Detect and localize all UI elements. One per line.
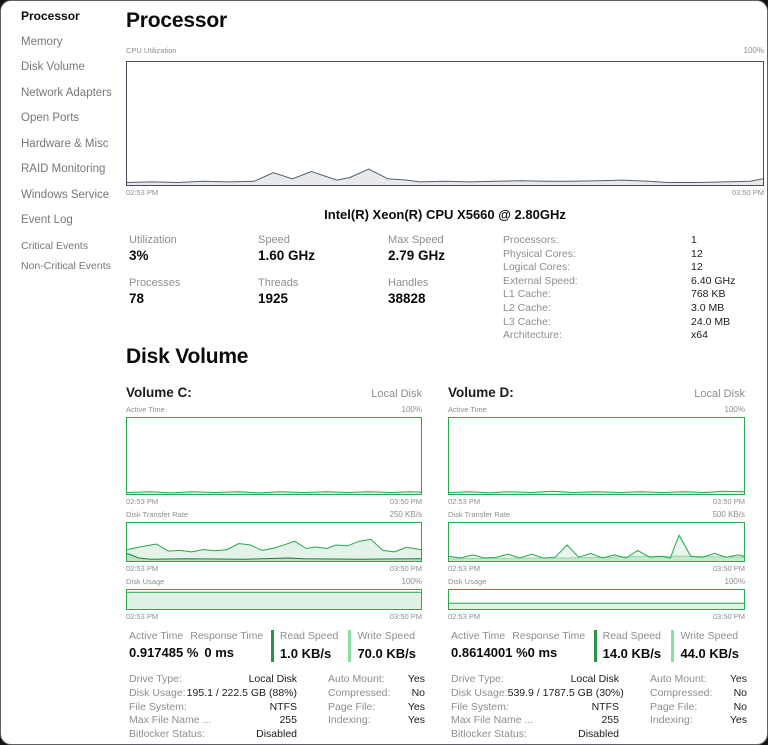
volume-d-active-response: Active Time Response Time 0.8614001 % 0 … xyxy=(451,630,594,660)
stat-processes: Processes78 xyxy=(129,277,258,307)
volume-c-header: Volume C: Local Disk xyxy=(126,385,422,400)
volume-c-usage-chart xyxy=(126,589,422,610)
sidebar-item-open-ports[interactable]: Open Ports xyxy=(21,112,126,124)
volume-c-type: Local Disk xyxy=(371,388,422,400)
disk-volume-title: Disk Volume xyxy=(126,345,248,369)
detail-row: Disk Usage:195.1 / 222.5 GB (88%) xyxy=(129,687,297,701)
detail-row: Compressed:No xyxy=(328,687,425,701)
volume-d-metrics: Active Time Response Time 0.8614001 % 0 … xyxy=(451,630,748,662)
spec-physical-cores: Physical Cores:12 xyxy=(503,248,743,262)
detail-row: Bitlocker Status:Disabled xyxy=(451,728,619,742)
stat-utilization: Utilization3% xyxy=(129,234,258,264)
sidebar-item-event-log[interactable]: Event Log xyxy=(21,214,126,226)
sidebar-item-network-adapters[interactable]: Network Adapters xyxy=(21,87,126,99)
volume-d-transfer-time-axis: 02:53 PM03:50 PM xyxy=(448,564,745,573)
cpu-model-name: Intel(R) Xeon(R) CPU X5660 @ 2.80GHz xyxy=(126,207,764,222)
volume-c-read-speed: Read Speed 1.0 KB/s xyxy=(271,630,340,662)
volume-d-usage-time-axis: 02:53 PM03:50 PM xyxy=(448,612,745,621)
detail-row: Drive Type:Local Disk xyxy=(129,673,297,687)
volume-d-details: Drive Type:Local Disk Disk Usage:539.9 /… xyxy=(451,673,747,742)
volume-d-active-time-chart xyxy=(448,417,745,495)
cpu-chart-label: CPU Utilization xyxy=(126,46,176,55)
volume-d-active-time-axis: 02:53 PM03:50 PM xyxy=(448,497,745,506)
volume-c-active-time-axis: 02:53 PM03:50 PM xyxy=(126,497,422,506)
spec-l3-cache: L3 Cache:24.0 MB xyxy=(503,316,743,330)
detail-row: Max File Name ...255 xyxy=(129,714,297,728)
sidebar-item-disk-volume[interactable]: Disk Volume xyxy=(21,61,126,73)
volume-c-transfer-rate-chart xyxy=(126,522,422,562)
volume-d-usage-caption: Disk Usage 100% xyxy=(448,577,745,586)
cpu-spec-list: Processors:1 Physical Cores:12 Logical C… xyxy=(503,234,743,343)
detail-row: Bitlocker Status:Disabled xyxy=(129,728,297,742)
spec-external-speed: External Speed:6.40 GHz xyxy=(503,275,743,289)
volume-c-active-time-chart xyxy=(126,417,422,495)
sidebar-item-hardware-misc[interactable]: Hardware & Misc xyxy=(21,138,126,150)
cpu-chart-time-axis: 02:53 PM 03:50 PM xyxy=(126,188,764,197)
spec-logical-cores: Logical Cores:12 xyxy=(503,261,743,275)
sidebar-item-windows-service[interactable]: Windows Service xyxy=(21,189,126,201)
detail-row: Page File:No xyxy=(650,701,747,715)
volume-c-name: Volume C: xyxy=(126,385,192,400)
detail-row: File System:NTFS xyxy=(451,701,619,715)
cpu-utilization-chart xyxy=(126,61,764,186)
volume-c-write-speed: Write Speed 70.0 KB/s xyxy=(348,630,416,662)
spec-processors: Processors:1 xyxy=(503,234,743,248)
stat-handles: Handles38828 xyxy=(388,277,508,307)
volume-d-name: Volume D: xyxy=(448,385,514,400)
detail-row: Drive Type:Local Disk xyxy=(451,673,619,687)
sidebar-item-memory[interactable]: Memory xyxy=(21,36,126,48)
app-window: Processor Memory Disk Volume Network Ada… xyxy=(0,0,768,745)
volume-c-transfer-caption: Disk Transfer Rate 250 KB/s xyxy=(126,510,422,519)
sidebar-item-non-critical-events[interactable]: Non-Critical Events xyxy=(21,260,126,272)
detail-row: Indexing:Yes xyxy=(650,714,747,728)
volume-d-type: Local Disk xyxy=(694,388,745,400)
volume-d-usage-chart xyxy=(448,589,745,610)
cpu-time-start: 02:53 PM xyxy=(126,188,158,197)
detail-row: Compressed:No xyxy=(650,687,747,701)
volume-c-active-response: Active Time Response Time 0.917485 % 0 m… xyxy=(129,630,271,660)
volume-d-read-speed: Read Speed 14.0 KB/s xyxy=(594,630,663,662)
cpu-chart-max: 100% xyxy=(744,46,764,55)
sidebar-item-raid-monitoring[interactable]: RAID Monitoring xyxy=(21,163,126,175)
sidebar-item-critical-events[interactable]: Critical Events xyxy=(21,240,126,252)
volume-c-usage-time-axis: 02:53 PM03:50 PM xyxy=(126,612,422,621)
detail-row: Max File Name ...255 xyxy=(451,714,619,728)
stat-max-speed: Max Speed2.79 GHz xyxy=(388,234,508,264)
detail-row: Indexing:Yes xyxy=(328,714,425,728)
detail-row: Disk Usage:539.9 / 1787.5 GB (30%) xyxy=(451,687,619,701)
volume-c-details: Drive Type:Local Disk Disk Usage:195.1 /… xyxy=(129,673,425,742)
spec-l1-cache: L1 Cache:768 KB xyxy=(503,288,743,302)
processor-title: Processor xyxy=(126,9,227,33)
stat-threads: Threads1925 xyxy=(258,277,388,307)
detail-row: Auto Mount:Yes xyxy=(650,673,747,687)
sidebar-item-processor[interactable]: Processor xyxy=(21,10,126,22)
volume-d-transfer-caption: Disk Transfer Rate 500 KB/s xyxy=(448,510,745,519)
volume-c-metrics: Active Time Response Time 0.917485 % 0 m… xyxy=(129,630,425,662)
volume-c-transfer-time-axis: 02:53 PM03:50 PM xyxy=(126,564,422,573)
volume-c-usage-caption: Disk Usage 100% xyxy=(126,577,422,586)
sidebar: Processor Memory Disk Volume Network Ada… xyxy=(1,1,126,744)
cpu-time-end: 03:50 PM xyxy=(732,188,764,197)
spec-l2-cache: L2 Cache:3.0 MB xyxy=(503,302,743,316)
volume-d-active-caption: Active Time 100% xyxy=(448,405,745,414)
cpu-chart-caption: CPU Utilization 100% xyxy=(126,46,764,55)
volume-d-header: Volume D: Local Disk xyxy=(448,385,745,400)
volume-d-transfer-rate-chart xyxy=(448,522,745,562)
cpu-stats-grid: Utilization3% Speed1.60 GHz Max Speed2.7… xyxy=(129,234,508,307)
volume-c-active-caption: Active Time 100% xyxy=(126,405,422,414)
spec-architecture: Architecture:x64 xyxy=(503,329,743,343)
detail-row: File System:NTFS xyxy=(129,701,297,715)
stat-speed: Speed1.60 GHz xyxy=(258,234,388,264)
detail-row: Auto Mount:Yes xyxy=(328,673,425,687)
detail-row: Page File:Yes xyxy=(328,701,425,715)
volume-d-write-speed: Write Speed 44.0 KB/s xyxy=(671,630,739,662)
